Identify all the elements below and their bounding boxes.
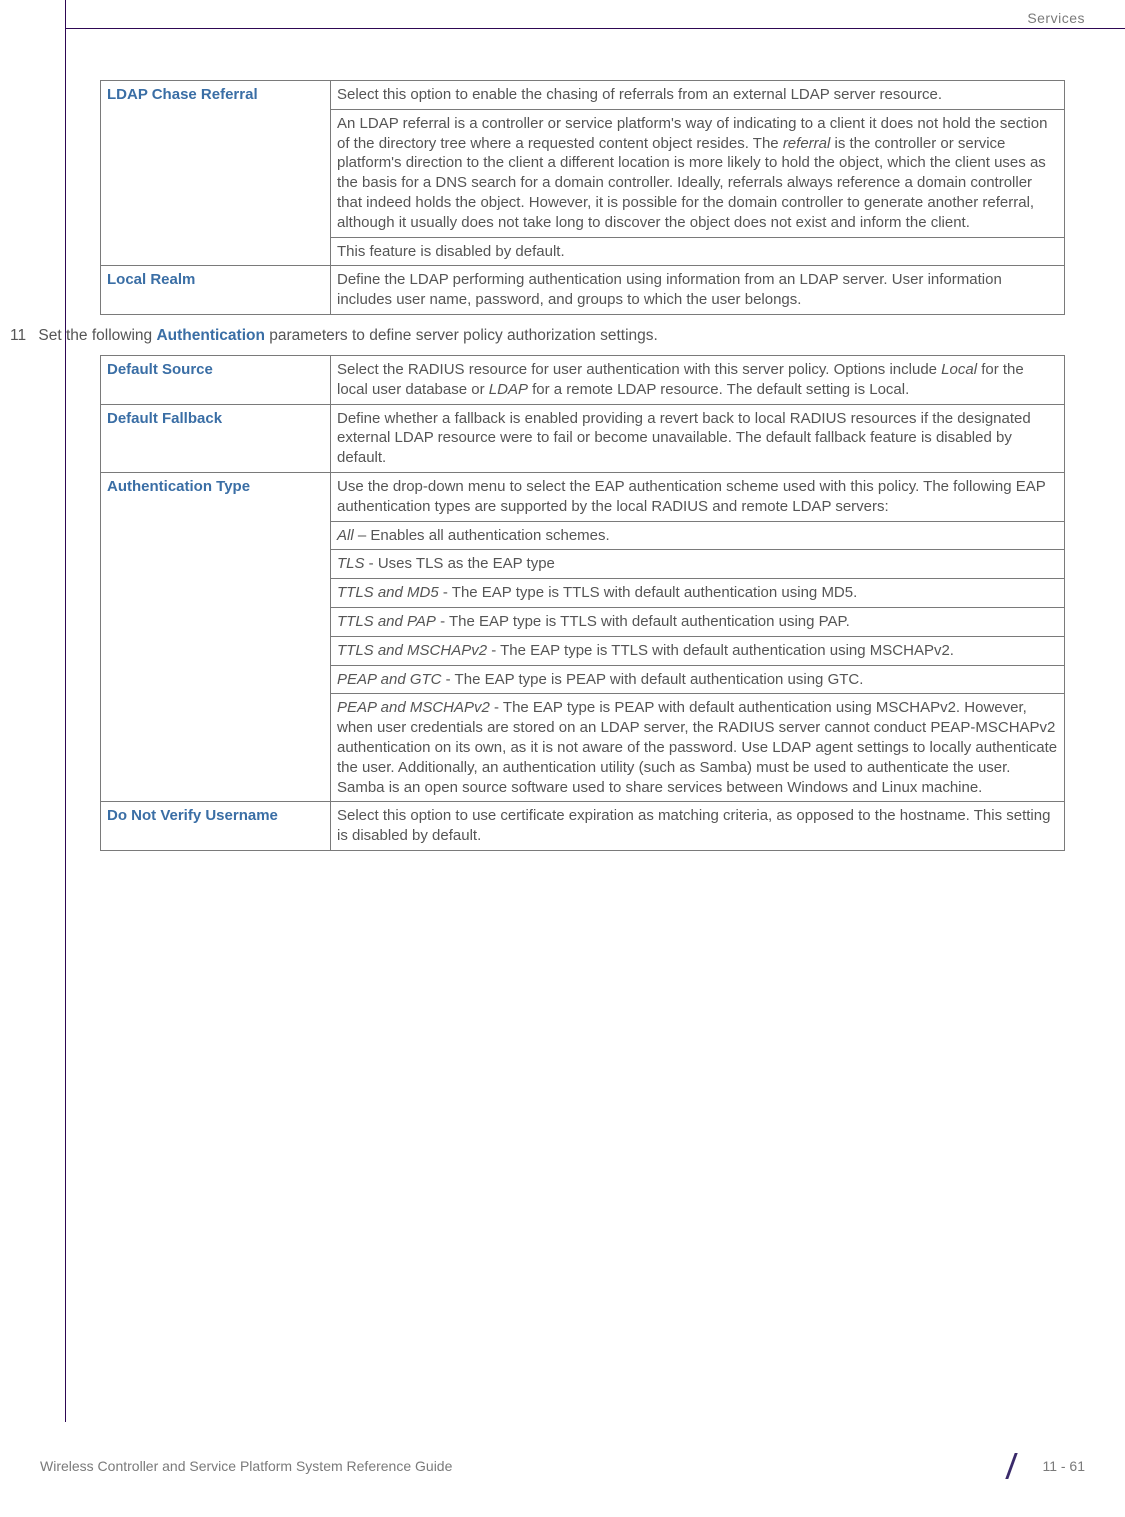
header-rule bbox=[65, 28, 1125, 29]
footer-guide-title: Wireless Controller and Service Platform… bbox=[40, 1458, 452, 1474]
ldap-param-label: Local Realm bbox=[101, 266, 331, 315]
ldap-param-value: This feature is disabled by default. bbox=[331, 237, 1065, 266]
slash-icon bbox=[1006, 1453, 1041, 1479]
auth-param-value: Use the drop-down menu to select the EAP… bbox=[331, 472, 1065, 521]
auth-param-value: Define whether a fallback is enabled pro… bbox=[331, 404, 1065, 472]
auth-param-label: Default Source bbox=[101, 355, 331, 404]
table-row: Default SourceSelect the RADIUS resource… bbox=[101, 355, 1065, 404]
table-row: Authentication TypeUse the drop-down men… bbox=[101, 472, 1065, 521]
ldap-settings-table: LDAP Chase ReferralSelect this option to… bbox=[100, 80, 1065, 315]
auth-param-value: TTLS and MD5 - The EAP type is TTLS with… bbox=[331, 579, 1065, 608]
step-text-after: parameters to define server policy autho… bbox=[265, 327, 658, 344]
ldap-param-value: An LDAP referral is a controller or serv… bbox=[331, 109, 1065, 237]
header-section-name: Services bbox=[1027, 10, 1085, 26]
ldap-param-value: Define the LDAP performing authenticatio… bbox=[331, 266, 1065, 315]
table-row: Local RealmDefine the LDAP performing au… bbox=[101, 266, 1065, 315]
auth-param-label: Default Fallback bbox=[101, 404, 331, 472]
table-row: Default FallbackDefine whether a fallbac… bbox=[101, 404, 1065, 472]
auth-param-value: All – Enables all authentication schemes… bbox=[331, 521, 1065, 550]
auth-param-value: TTLS and PAP - The EAP type is TTLS with… bbox=[331, 607, 1065, 636]
authentication-settings-table: Default SourceSelect the RADIUS resource… bbox=[100, 355, 1065, 851]
auth-param-value: PEAP and MSCHAPv2 - The EAP type is PEAP… bbox=[331, 694, 1065, 802]
ldap-param-value: Select this option to enable the chasing… bbox=[331, 81, 1065, 110]
table-row: LDAP Chase ReferralSelect this option to… bbox=[101, 81, 1065, 110]
step-number: 11 bbox=[10, 327, 26, 344]
auth-param-label: Authentication Type bbox=[101, 472, 331, 801]
step-11-text: 11 Set the following Authentication para… bbox=[0, 327, 1125, 345]
page-footer: Wireless Controller and Service Platform… bbox=[40, 1453, 1085, 1479]
auth-param-value: Select the RADIUS resource for user auth… bbox=[331, 355, 1065, 404]
auth-param-value: Select this option to use certificate ex… bbox=[331, 802, 1065, 851]
footer-page-number: 11 - 61 bbox=[1042, 1458, 1085, 1474]
auth-param-value: TLS - Uses TLS as the EAP type bbox=[331, 550, 1065, 579]
step-text-before: Set the following bbox=[38, 327, 156, 344]
step-auth-keyword: Authentication bbox=[156, 327, 265, 344]
auth-param-label: Do Not Verify Username bbox=[101, 802, 331, 851]
auth-param-value: PEAP and GTC - The EAP type is PEAP with… bbox=[331, 665, 1065, 694]
table-row: Do Not Verify UsernameSelect this option… bbox=[101, 802, 1065, 851]
auth-param-value: TTLS and MSCHAPv2 - The EAP type is TTLS… bbox=[331, 636, 1065, 665]
page-content: LDAP Chase ReferralSelect this option to… bbox=[0, 80, 1125, 851]
ldap-param-label: LDAP Chase Referral bbox=[101, 81, 331, 266]
